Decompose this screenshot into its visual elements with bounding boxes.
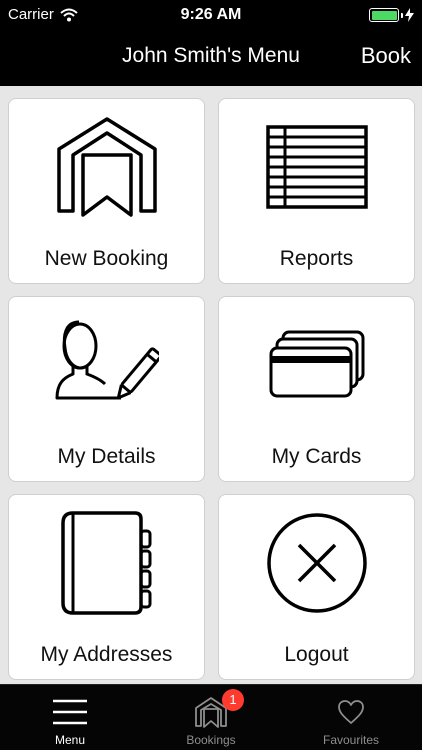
navigation-bar: John Smith's Menu Book bbox=[0, 30, 422, 86]
tab-label: Menu bbox=[54, 733, 86, 747]
battery-fill bbox=[371, 10, 397, 20]
tile-label: Logout bbox=[284, 643, 349, 666]
tile-label: Reports bbox=[279, 247, 354, 270]
tab-bookings[interactable]: 1 Bookings bbox=[141, 685, 281, 750]
charging-bolt-icon bbox=[405, 8, 414, 22]
tile-label: My Cards bbox=[271, 445, 362, 468]
my-addresses-tile[interactable]: My Addresses bbox=[8, 494, 205, 680]
status-time: 9:26 AM bbox=[180, 6, 242, 23]
hamburger-menu-icon bbox=[53, 699, 87, 725]
logout-tile[interactable]: Logout bbox=[218, 494, 415, 680]
new-booking-tile[interactable]: New Booking bbox=[8, 98, 205, 284]
tile-label: My Details bbox=[57, 445, 156, 468]
tile-label: New Booking bbox=[44, 247, 169, 270]
status-bar: Carrier 9:26 AM bbox=[0, 0, 422, 30]
page-title: John Smith's Menu bbox=[122, 44, 300, 67]
battery-indicator bbox=[369, 8, 414, 22]
tab-favourites[interactable]: Favourites bbox=[281, 685, 421, 750]
tile-label: My Addresses bbox=[40, 643, 173, 666]
tab-label: Favourites bbox=[322, 733, 380, 747]
user-edit-icon bbox=[55, 320, 159, 400]
reports-tile[interactable]: Reports bbox=[218, 98, 415, 284]
my-details-tile[interactable]: My Details bbox=[8, 296, 205, 482]
ledger-list-icon bbox=[265, 125, 368, 209]
app-screen: Carrier 9:26 AM John Smith's Menu Book N… bbox=[0, 0, 422, 750]
close-circle-icon bbox=[266, 513, 367, 613]
my-cards-tile[interactable]: My Cards bbox=[218, 296, 415, 482]
credit-cards-icon bbox=[269, 330, 364, 398]
house-bookmark-icon bbox=[56, 117, 157, 217]
book-button[interactable]: Book bbox=[361, 43, 411, 69]
tab-menu[interactable]: Menu bbox=[0, 685, 140, 750]
battery-icon bbox=[369, 8, 399, 22]
address-book-icon bbox=[60, 511, 151, 615]
heart-icon bbox=[338, 700, 364, 724]
tab-bar: Menu 1 Bookings Favourites bbox=[0, 684, 422, 750]
tab-label: Bookings bbox=[186, 733, 236, 747]
menu-grid: New Booking Reports My Details My Cards … bbox=[0, 86, 422, 684]
bookings-badge: 1 bbox=[222, 689, 244, 711]
